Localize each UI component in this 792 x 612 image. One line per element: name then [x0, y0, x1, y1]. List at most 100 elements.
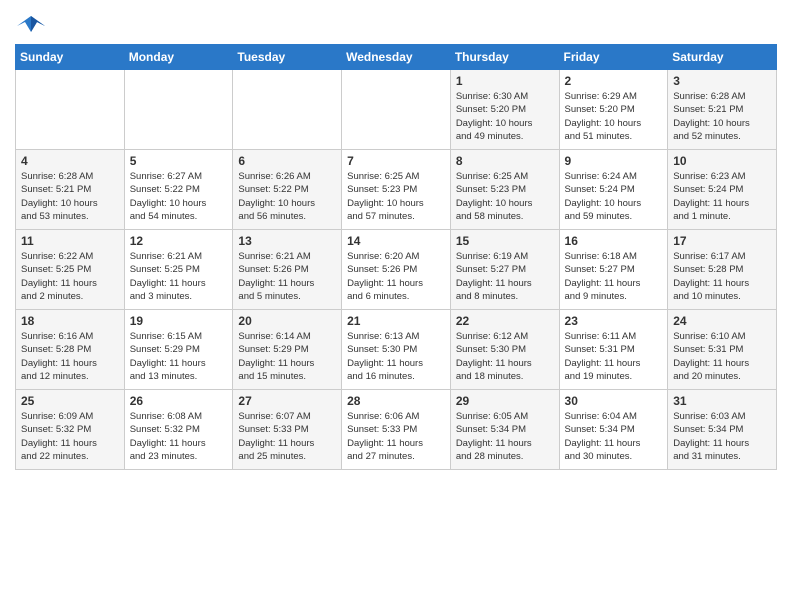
cell-info: Sunrise: 6:27 AM Sunset: 5:22 PM Dayligh…: [130, 170, 228, 223]
day-number: 19: [130, 314, 228, 328]
cell-info: Sunrise: 6:24 AM Sunset: 5:24 PM Dayligh…: [565, 170, 663, 223]
page-header: [15, 10, 777, 36]
weekday-header-friday: Friday: [559, 45, 668, 70]
day-number: 24: [673, 314, 771, 328]
cell-info: Sunrise: 6:10 AM Sunset: 5:31 PM Dayligh…: [673, 330, 771, 383]
cell-info: Sunrise: 6:18 AM Sunset: 5:27 PM Dayligh…: [565, 250, 663, 303]
calendar-week-row: 18 Sunrise: 6:16 AM Sunset: 5:28 PM Dayli…: [16, 310, 777, 390]
logo: [15, 14, 45, 36]
calendar-week-row: 1 Sunrise: 6:30 AM Sunset: 5:20 PM Daylig…: [16, 70, 777, 150]
day-number: 15: [456, 234, 554, 248]
cell-info: Sunrise: 6:11 AM Sunset: 5:31 PM Dayligh…: [565, 330, 663, 383]
cell-info: Sunrise: 6:12 AM Sunset: 5:30 PM Dayligh…: [456, 330, 554, 383]
calendar-cell: 3 Sunrise: 6:28 AM Sunset: 5:21 PM Daylig…: [668, 70, 777, 150]
day-number: 29: [456, 394, 554, 408]
day-number: 2: [565, 74, 663, 88]
weekday-header-saturday: Saturday: [668, 45, 777, 70]
day-number: 10: [673, 154, 771, 168]
calendar-cell: 19 Sunrise: 6:15 AM Sunset: 5:29 PM Dayli…: [124, 310, 233, 390]
cell-info: Sunrise: 6:04 AM Sunset: 5:34 PM Dayligh…: [565, 410, 663, 463]
calendar-week-row: 4 Sunrise: 6:28 AM Sunset: 5:21 PM Daylig…: [16, 150, 777, 230]
calendar-cell: 27 Sunrise: 6:07 AM Sunset: 5:33 PM Dayli…: [233, 390, 342, 470]
calendar-cell: 22 Sunrise: 6:12 AM Sunset: 5:30 PM Dayli…: [450, 310, 559, 390]
calendar-table: SundayMondayTuesdayWednesdayThursdayFrid…: [15, 44, 777, 470]
cell-info: Sunrise: 6:21 AM Sunset: 5:25 PM Dayligh…: [130, 250, 228, 303]
calendar-cell: 9 Sunrise: 6:24 AM Sunset: 5:24 PM Daylig…: [559, 150, 668, 230]
cell-info: Sunrise: 6:25 AM Sunset: 5:23 PM Dayligh…: [347, 170, 445, 223]
calendar-cell: 18 Sunrise: 6:16 AM Sunset: 5:28 PM Dayli…: [16, 310, 125, 390]
day-number: 21: [347, 314, 445, 328]
day-number: 4: [21, 154, 119, 168]
calendar-cell: 26 Sunrise: 6:08 AM Sunset: 5:32 PM Dayli…: [124, 390, 233, 470]
calendar-cell: 23Sunrise: 6:11 AM Sunset: 5:31 PM Dayli…: [559, 310, 668, 390]
calendar-cell: 6 Sunrise: 6:26 AM Sunset: 5:22 PM Daylig…: [233, 150, 342, 230]
cell-info: Sunrise: 6:28 AM Sunset: 5:21 PM Dayligh…: [673, 90, 771, 143]
calendar-cell: 8Sunrise: 6:25 AM Sunset: 5:23 PM Daylig…: [450, 150, 559, 230]
day-number: 27: [238, 394, 336, 408]
day-number: 25: [21, 394, 119, 408]
day-number: 12: [130, 234, 228, 248]
weekday-header-tuesday: Tuesday: [233, 45, 342, 70]
calendar-cell: 12 Sunrise: 6:21 AM Sunset: 5:25 PM Dayli…: [124, 230, 233, 310]
calendar-cell: 1 Sunrise: 6:30 AM Sunset: 5:20 PM Daylig…: [450, 70, 559, 150]
cell-info: Sunrise: 6:14 AM Sunset: 5:29 PM Dayligh…: [238, 330, 336, 383]
day-number: 3: [673, 74, 771, 88]
cell-info: Sunrise: 6:17 AM Sunset: 5:28 PM Dayligh…: [673, 250, 771, 303]
calendar-cell: 24 Sunrise: 6:10 AM Sunset: 5:31 PM Dayli…: [668, 310, 777, 390]
cell-info: Sunrise: 6:13 AM Sunset: 5:30 PM Dayligh…: [347, 330, 445, 383]
calendar-cell: 2Sunrise: 6:29 AM Sunset: 5:20 PM Daylig…: [559, 70, 668, 150]
day-number: 30: [565, 394, 663, 408]
cell-info: Sunrise: 6:28 AM Sunset: 5:21 PM Dayligh…: [21, 170, 119, 223]
weekday-header-thursday: Thursday: [450, 45, 559, 70]
cell-info: Sunrise: 6:06 AM Sunset: 5:33 PM Dayligh…: [347, 410, 445, 463]
cell-info: Sunrise: 6:26 AM Sunset: 5:22 PM Dayligh…: [238, 170, 336, 223]
weekday-header-monday: Monday: [124, 45, 233, 70]
cell-info: Sunrise: 6:05 AM Sunset: 5:34 PM Dayligh…: [456, 410, 554, 463]
calendar-cell: [342, 70, 451, 150]
day-number: 22: [456, 314, 554, 328]
calendar-cell: [233, 70, 342, 150]
day-number: 9: [565, 154, 663, 168]
day-number: 6: [238, 154, 336, 168]
day-number: 1: [456, 74, 554, 88]
day-number: 17: [673, 234, 771, 248]
calendar-header-row: SundayMondayTuesdayWednesdayThursdayFrid…: [16, 45, 777, 70]
day-number: 28: [347, 394, 445, 408]
calendar-cell: 16Sunrise: 6:18 AM Sunset: 5:27 PM Dayli…: [559, 230, 668, 310]
cell-info: Sunrise: 6:15 AM Sunset: 5:29 PM Dayligh…: [130, 330, 228, 383]
day-number: 14: [347, 234, 445, 248]
day-number: 26: [130, 394, 228, 408]
calendar-cell: 13Sunrise: 6:21 AM Sunset: 5:26 PM Dayli…: [233, 230, 342, 310]
calendar-cell: 25Sunrise: 6:09 AM Sunset: 5:32 PM Dayli…: [16, 390, 125, 470]
day-number: 20: [238, 314, 336, 328]
cell-info: Sunrise: 6:30 AM Sunset: 5:20 PM Dayligh…: [456, 90, 554, 143]
cell-info: Sunrise: 6:20 AM Sunset: 5:26 PM Dayligh…: [347, 250, 445, 303]
calendar-week-row: 25Sunrise: 6:09 AM Sunset: 5:32 PM Dayli…: [16, 390, 777, 470]
calendar-cell: 29 Sunrise: 6:05 AM Sunset: 5:34 PM Dayli…: [450, 390, 559, 470]
day-number: 5: [130, 154, 228, 168]
weekday-header-sunday: Sunday: [16, 45, 125, 70]
cell-info: Sunrise: 6:22 AM Sunset: 5:25 PM Dayligh…: [21, 250, 119, 303]
calendar-cell: 5 Sunrise: 6:27 AM Sunset: 5:22 PM Daylig…: [124, 150, 233, 230]
day-number: 18: [21, 314, 119, 328]
calendar-cell: 10Sunrise: 6:23 AM Sunset: 5:24 PM Dayli…: [668, 150, 777, 230]
day-number: 13: [238, 234, 336, 248]
day-number: 8: [456, 154, 554, 168]
cell-info: Sunrise: 6:07 AM Sunset: 5:33 PM Dayligh…: [238, 410, 336, 463]
calendar-cell: 7 Sunrise: 6:25 AM Sunset: 5:23 PM Daylig…: [342, 150, 451, 230]
calendar-cell: [16, 70, 125, 150]
cell-info: Sunrise: 6:19 AM Sunset: 5:27 PM Dayligh…: [456, 250, 554, 303]
day-number: 7: [347, 154, 445, 168]
calendar-cell: 31Sunrise: 6:03 AM Sunset: 5:34 PM Dayli…: [668, 390, 777, 470]
calendar-cell: 4 Sunrise: 6:28 AM Sunset: 5:21 PM Daylig…: [16, 150, 125, 230]
calendar-cell: 21 Sunrise: 6:13 AM Sunset: 5:30 PM Dayli…: [342, 310, 451, 390]
cell-info: Sunrise: 6:08 AM Sunset: 5:32 PM Dayligh…: [130, 410, 228, 463]
calendar-cell: 14 Sunrise: 6:20 AM Sunset: 5:26 PM Dayli…: [342, 230, 451, 310]
logo-bird-icon: [17, 14, 45, 36]
calendar-cell: [124, 70, 233, 150]
day-number: 11: [21, 234, 119, 248]
cell-info: Sunrise: 6:16 AM Sunset: 5:28 PM Dayligh…: [21, 330, 119, 383]
weekday-header-wednesday: Wednesday: [342, 45, 451, 70]
calendar-cell: 17 Sunrise: 6:17 AM Sunset: 5:28 PM Dayli…: [668, 230, 777, 310]
calendar-cell: 20 Sunrise: 6:14 AM Sunset: 5:29 PM Dayli…: [233, 310, 342, 390]
